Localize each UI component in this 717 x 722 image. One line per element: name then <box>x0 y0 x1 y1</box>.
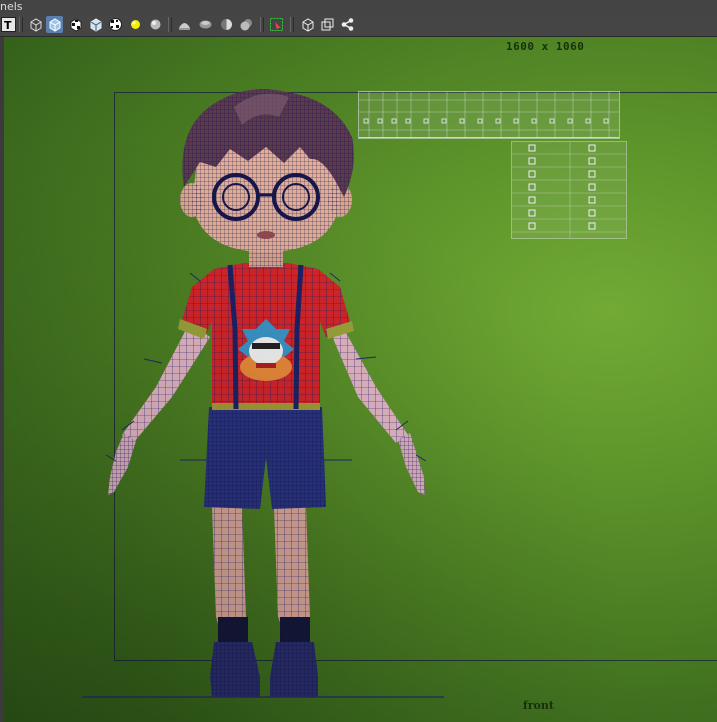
checker-cube-icon[interactable] <box>67 16 84 33</box>
light-bulb-icon[interactable] <box>127 16 144 33</box>
panel-toolbar: T <box>0 14 717 37</box>
textured-cube-icon[interactable] <box>87 16 104 33</box>
dome-light-icon[interactable] <box>176 16 193 33</box>
smooth-shade-icon[interactable] <box>238 16 255 33</box>
text-tool-icon[interactable]: T <box>0 16 17 33</box>
camera-name-label: front <box>523 699 554 712</box>
flat-shade-icon[interactable] <box>197 16 214 33</box>
front-viewport[interactable]: 1600 x 1060 front <box>0 37 717 722</box>
shaded-cube-icon[interactable] <box>46 16 63 33</box>
toolbar-separator <box>290 17 294 32</box>
toolbar-separator <box>19 17 23 32</box>
select-region-icon[interactable] <box>268 16 285 33</box>
half-shade-icon[interactable] <box>218 16 235 33</box>
legs <box>212 507 310 627</box>
svg-text:T: T <box>4 19 12 32</box>
boots <box>210 642 318 697</box>
graph-editor-overlay[interactable] <box>358 91 620 139</box>
menu-bar: nels <box>0 0 717 14</box>
shorts <box>204 407 326 509</box>
toolbar-separator <box>260 17 264 32</box>
toolbar-separator <box>168 17 172 32</box>
cube-view-icon[interactable] <box>299 16 316 33</box>
shirt <box>178 263 354 410</box>
wireframe-cube-icon[interactable] <box>27 16 44 33</box>
character-model[interactable] <box>4 37 717 722</box>
panels-menu[interactable]: nels <box>0 0 23 13</box>
checker-sphere-icon[interactable] <box>107 16 124 33</box>
control-selector-overlay[interactable] <box>511 141 627 239</box>
share-network-icon[interactable] <box>339 16 356 33</box>
isolate-icon[interactable] <box>319 16 336 33</box>
sphere-icon[interactable] <box>147 16 164 33</box>
